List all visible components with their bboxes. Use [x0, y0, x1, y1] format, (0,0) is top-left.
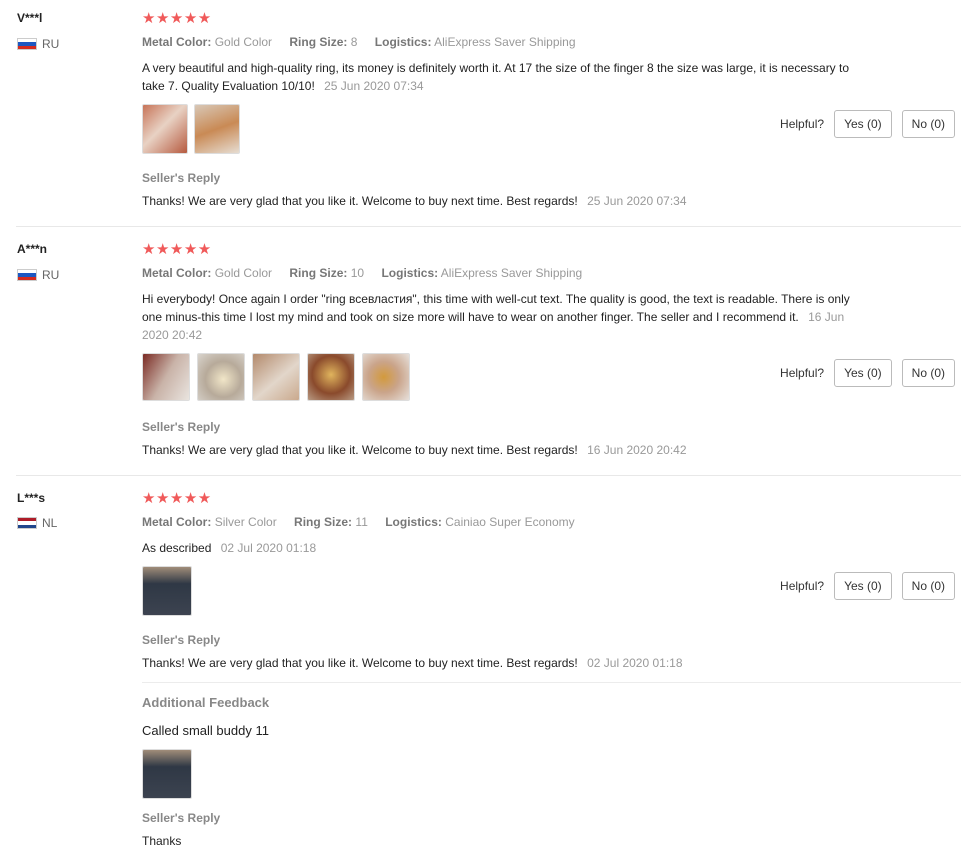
review-properties: Metal Color: Silver Color Ring Size: 11 … — [142, 515, 589, 529]
review-photo[interactable] — [197, 353, 245, 401]
review-photo[interactable] — [362, 353, 410, 401]
reviewer-country: RU — [17, 37, 59, 51]
helpful-yes-button[interactable]: Yes (0) — [834, 572, 892, 600]
review-photo[interactable] — [142, 566, 192, 616]
rating-stars: ★★★★★ — [142, 490, 212, 507]
netherlands-flag-icon — [17, 517, 37, 529]
seller-reply-title: Seller's Reply — [142, 171, 221, 185]
reviewer-country: RU — [17, 268, 59, 282]
prop-label: Ring Size: — [294, 515, 353, 529]
seller-reply-date: 16 Jun 2020 20:42 — [587, 443, 687, 457]
additional-feedback-divider — [142, 682, 961, 683]
prop-label: Metal Color: — [142, 515, 212, 529]
russia-flag-icon — [17, 38, 37, 50]
helpful-controls: Helpful? Yes (0) No (0) — [780, 359, 955, 387]
seller-reply-date: 02 Jul 2020 01:18 — [587, 656, 683, 670]
prop-value: Gold Color — [214, 35, 273, 49]
rating-stars: ★★★★★ — [142, 10, 212, 27]
prop-value: Silver Color — [214, 515, 277, 529]
russia-flag-icon — [17, 269, 37, 281]
prop-label: Logistics: — [385, 515, 442, 529]
review-photo[interactable] — [142, 353, 190, 401]
prop-label: Metal Color: — [142, 35, 212, 49]
review-properties: Metal Color: Gold Color Ring Size: 10 Lo… — [142, 266, 596, 280]
helpful-controls: Helpful? Yes (0) No (0) — [780, 572, 955, 600]
prop-label: Ring Size: — [289, 35, 348, 49]
review-photo[interactable] — [142, 104, 188, 154]
seller-reply: Thanks! We are very glad that you like i… — [142, 443, 687, 457]
helpful-no-button[interactable]: No (0) — [901, 359, 955, 387]
prop-value: 11 — [355, 515, 368, 529]
review-text: As described 02 Jul 2020 01:18 — [142, 539, 862, 557]
reviewer-name: V***l — [17, 11, 43, 25]
prop-value: 10 — [350, 266, 365, 280]
additional-feedback-text: Called small buddy 11 — [142, 723, 269, 738]
helpful-label: Helpful? — [780, 117, 825, 131]
review-date: 02 Jul 2020 01:18 — [220, 541, 317, 555]
prop-label: Logistics: — [381, 266, 439, 280]
review-properties: Metal Color: Gold Color Ring Size: 8 Log… — [142, 35, 590, 49]
prop-value: AliExpress Saver Shipping — [434, 35, 576, 49]
country-code: RU — [42, 37, 60, 51]
review-body: Hi everybody! Once again I order "ring в… — [142, 292, 850, 324]
helpful-no-button[interactable]: No (0) — [901, 572, 955, 600]
helpful-yes-button[interactable]: Yes (0) — [834, 110, 892, 138]
country-code: RU — [42, 268, 60, 282]
prop-value: AliExpress Saver Shipping — [440, 266, 583, 280]
review-text: Hi everybody! Once again I order "ring в… — [142, 290, 862, 344]
prop-label: Ring Size: — [289, 266, 348, 280]
prop-label: Logistics: — [374, 35, 432, 49]
review-photos — [142, 566, 192, 616]
rating-stars: ★★★★★ — [142, 241, 212, 258]
seller-reply-text: Thanks — [142, 834, 182, 848]
review-body: A very beautiful and high-quality ring, … — [142, 61, 850, 93]
review-photos — [142, 104, 240, 154]
review-divider — [16, 475, 961, 476]
review-photo[interactable] — [142, 749, 192, 799]
helpful-no-button[interactable]: No (0) — [901, 110, 955, 138]
seller-reply-title: Seller's Reply — [142, 633, 221, 647]
reviewer-country: NL — [17, 516, 57, 530]
review-photos — [142, 353, 410, 401]
helpful-label: Helpful? — [780, 579, 825, 593]
review-date: 25 Jun 2020 07:34 — [324, 79, 424, 93]
helpful-yes-button[interactable]: Yes (0) — [834, 359, 892, 387]
additional-feedback-title: Additional Feedback — [142, 695, 270, 710]
prop-value: Cainiao Super Economy — [445, 515, 575, 529]
seller-reply-text: Thanks! We are very glad that you like i… — [142, 194, 578, 208]
review-text: A very beautiful and high-quality ring, … — [142, 59, 862, 95]
review-photo[interactable] — [307, 353, 355, 401]
country-code: NL — [42, 516, 58, 530]
seller-reply-date: 25 Jun 2020 07:34 — [587, 194, 687, 208]
seller-reply: Thanks! We are very glad that you like i… — [142, 656, 683, 670]
seller-reply: Thanks! We are very glad that you like i… — [142, 194, 687, 208]
prop-label: Metal Color: — [142, 266, 212, 280]
review-divider — [16, 226, 961, 227]
seller-reply-title: Seller's Reply — [142, 811, 221, 825]
review-photo[interactable] — [194, 104, 240, 154]
helpful-controls: Helpful? Yes (0) No (0) — [780, 110, 955, 138]
reviewer-name: L***s — [17, 491, 46, 505]
prop-value: 8 — [350, 35, 358, 49]
reviewer-name: A***n — [17, 242, 48, 256]
seller-reply-text: Thanks! We are very glad that you like i… — [142, 443, 578, 457]
seller-reply-text: Thanks! We are very glad that you like i… — [142, 656, 578, 670]
review-photo[interactable] — [252, 353, 300, 401]
additional-feedback-photos — [142, 749, 192, 799]
review-body: As described — [142, 541, 212, 555]
helpful-label: Helpful? — [780, 366, 825, 380]
seller-reply-title: Seller's Reply — [142, 420, 221, 434]
prop-value: Gold Color — [214, 266, 273, 280]
